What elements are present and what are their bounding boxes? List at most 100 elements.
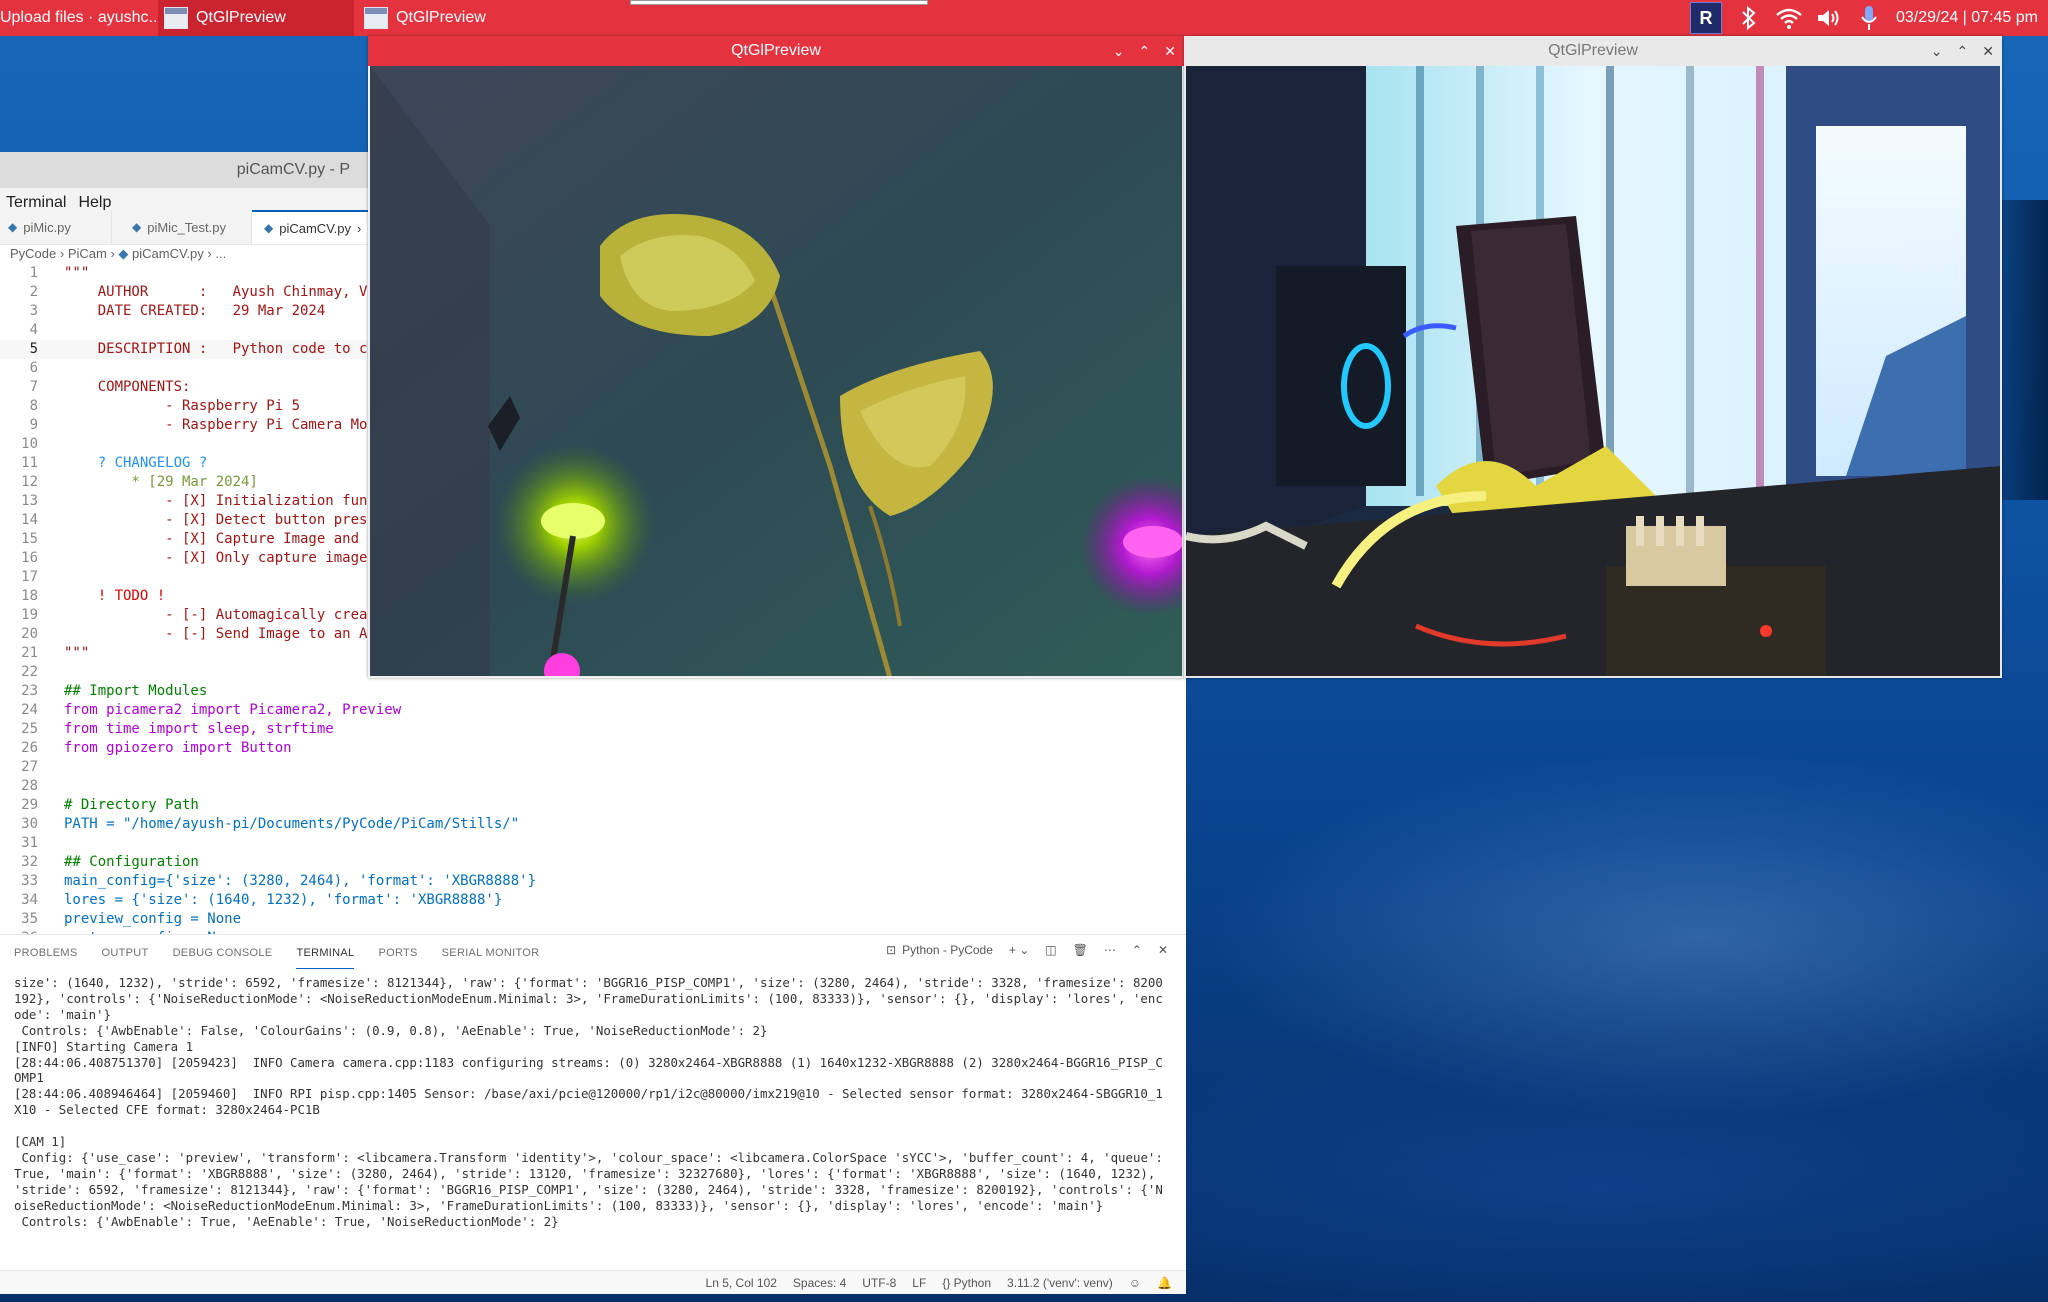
code-line[interactable]: 27 <box>0 758 1186 777</box>
app-logo-icon[interactable]: R <box>1689 2 1722 34</box>
status-cursor-position[interactable]: Ln 5, Col 102 <box>706 1276 777 1290</box>
tab-pimic-test[interactable]: ◆ piMic_Test.py <box>112 210 252 244</box>
line-number: 21 <box>21 645 38 661</box>
tab-debug-console[interactable]: DEBUG CONSOLE <box>173 947 273 969</box>
code-line[interactable]: 28 <box>0 777 1186 796</box>
status-indentation[interactable]: Spaces: 4 <box>793 1276 846 1290</box>
breadcrumb: PyCode › PiCam › ◆ piCamCV.py › ... <box>10 246 227 261</box>
code-line[interactable]: 23 ## Import Modules <box>0 682 1186 701</box>
tab-serial-monitor[interactable]: SERIAL MONITOR <box>442 947 540 969</box>
microphone-icon[interactable] <box>1856 5 1882 31</box>
breadcrumb-item[interactable]: ... <box>215 246 226 261</box>
line-number: 25 <box>21 721 38 737</box>
line-number: 34 <box>21 892 38 908</box>
tab-ports[interactable]: PORTS <box>378 947 417 969</box>
task-qtglpreview-1[interactable]: QtGlPreview <box>158 0 354 36</box>
status-encoding[interactable]: UTF-8 <box>862 1276 896 1290</box>
bluetooth-icon[interactable] <box>1736 5 1762 31</box>
trash-icon[interactable]: 🗑 <box>1073 943 1088 957</box>
notifications-icon[interactable]: 🔔 <box>1157 1276 1172 1290</box>
code-line[interactable]: 32 ## Configuration <box>0 853 1186 872</box>
code-line[interactable]: 33 main_config={'size': (3280, 2464), 'fo… <box>0 872 1186 891</box>
terminal-line: [28:44:06.408751370] [2059423] INFO Came… <box>14 1054 1163 1086</box>
maximize-panel-icon[interactable]: ⌃ <box>1132 943 1142 957</box>
line-number: 3 <box>29 303 38 319</box>
code-text: - Raspberry Pi Camera Mo <box>64 417 368 433</box>
tab-output[interactable]: OUTPUT <box>102 947 149 969</box>
code-text: lores = {'size': (1640, 1232), 'format':… <box>64 892 503 908</box>
code-line[interactable]: 26 from gpiozero import Button <box>0 739 1186 758</box>
breadcrumb-item[interactable]: PiCam <box>68 246 107 261</box>
code-line[interactable]: 25 from time import sleep, strftime <box>0 720 1186 739</box>
task-label: QtGlPreview <box>396 9 486 26</box>
tab-problems[interactable]: PROBLEMS <box>14 947 78 969</box>
close-icon[interactable]: ✕ <box>1164 36 1176 66</box>
status-language[interactable]: {} Python <box>942 1276 991 1290</box>
minimize-icon[interactable]: ⌄ <box>1113 36 1125 66</box>
code-text: PATH = "/home/ayush-pi/Documents/PyCode/… <box>64 816 520 832</box>
camera-preview-right <box>1186 66 2000 676</box>
code-line[interactable]: 29 # Directory Path <box>0 796 1186 815</box>
minimize-icon[interactable]: ⌄ <box>1931 36 1943 66</box>
window-titlebar[interactable]: QtGlPreview ⌄ ⌃ ✕ <box>1184 36 2002 66</box>
qtglpreview-window-right: QtGlPreview ⌄ ⌃ ✕ <box>1184 36 2002 678</box>
close-panel-icon[interactable]: ✕ <box>1158 943 1168 957</box>
line-number: 14 <box>21 512 38 528</box>
line-number: 27 <box>21 759 38 775</box>
maximize-icon[interactable]: ⌃ <box>1957 36 1969 66</box>
task-upload-files[interactable]: Upload files · ayushc... <box>0 0 158 36</box>
terminal-line: [CAM 1] <box>14 1134 67 1150</box>
code-text: from picamera2 import Picamera2, Preview <box>64 702 402 718</box>
task-qtglpreview-2[interactable]: QtGlPreview <box>358 0 554 36</box>
code-text: ## Import Modules <box>64 683 208 699</box>
tab-label: piCamCV.py <box>279 220 352 236</box>
code-line[interactable]: 31 <box>0 834 1186 853</box>
line-number: 13 <box>21 493 38 509</box>
terminal-shell-label[interactable]: Python - PyCode <box>902 943 993 957</box>
code-line[interactable]: 24 from picamera2 import Picamera2, Previ… <box>0 701 1186 720</box>
python-file-icon: ◆ <box>8 220 18 234</box>
line-number: 18 <box>21 588 38 604</box>
terminal-line: [28:44:06.408946464] [2059460] INFO RPI … <box>14 1086 1163 1118</box>
window-titlebar[interactable]: QtGlPreview ⌄ ⌃ ✕ <box>368 36 1184 66</box>
code-text: COMPONENTS: <box>64 379 191 395</box>
volume-icon[interactable] <box>1816 5 1842 31</box>
tab-close-icon[interactable]: › <box>357 221 361 236</box>
code-text: ? CHANGELOG ? <box>64 455 208 471</box>
status-interpreter[interactable]: 3.11.2 ('venv': venv) <box>1007 1276 1113 1290</box>
code-line[interactable]: 35 preview_config = None <box>0 910 1186 929</box>
clock[interactable]: 03/29/24 | 07:45 pm <box>1896 9 2038 27</box>
code-line[interactable]: 34 lores = {'size': (1640, 1232), 'format… <box>0 891 1186 910</box>
code-text: - Raspberry Pi 5 <box>64 398 301 414</box>
split-terminal-icon[interactable]: ◫ <box>1045 943 1056 957</box>
tab-picamcv[interactable]: ◆ piCamCV.py › <box>252 210 372 244</box>
more-icon[interactable]: ⋯ <box>1104 943 1116 957</box>
tab-terminal[interactable]: TERMINAL <box>296 947 355 969</box>
wifi-icon[interactable] <box>1776 5 1802 31</box>
breadcrumb-item[interactable]: piCamCV.py <box>132 246 204 261</box>
code-text: - [X] Detect button press <box>64 512 376 528</box>
status-eol[interactable]: LF <box>912 1276 926 1290</box>
system-tray: R 03/29/24 | 07:45 pm <box>1689 0 2048 36</box>
tab-pimic[interactable]: ◆ piMic.py <box>0 210 112 244</box>
line-number: 12 <box>21 474 38 490</box>
close-icon[interactable]: ✕ <box>1982 36 1994 66</box>
code-text: from gpiozero import Button <box>64 740 292 756</box>
line-number: 22 <box>21 664 38 680</box>
camera-preview-left <box>370 66 1182 676</box>
bottom-panel: PROBLEMS OUTPUT DEBUG CONSOLE TERMINAL P… <box>0 934 1186 1271</box>
tab-label: piMic_Test.py <box>147 219 226 235</box>
code-line[interactable]: 30 PATH = "/home/ayush-pi/Documents/PyCod… <box>0 815 1186 834</box>
new-terminal-icon[interactable]: + ⌄ <box>1009 943 1029 957</box>
status-language-label: Python <box>953 1275 992 1290</box>
line-number: 28 <box>21 778 38 794</box>
breadcrumb-item[interactable]: PyCode <box>10 246 56 261</box>
window-title: QtGlPreview <box>731 42 821 59</box>
code-text: - [X] Only capture image <box>64 550 368 566</box>
copilot-icon[interactable]: ☺ <box>1129 1276 1141 1290</box>
code-text: """ <box>64 265 90 281</box>
maximize-icon[interactable]: ⌃ <box>1139 36 1151 66</box>
code-text: from time import sleep, strftime <box>64 721 334 737</box>
terminal-output[interactable]: size': (1640, 1232), 'stride': 6592, 'fr… <box>14 975 1166 1229</box>
qtglpreview-window-left: QtGlPreview ⌄ ⌃ ✕ <box>368 36 1184 678</box>
